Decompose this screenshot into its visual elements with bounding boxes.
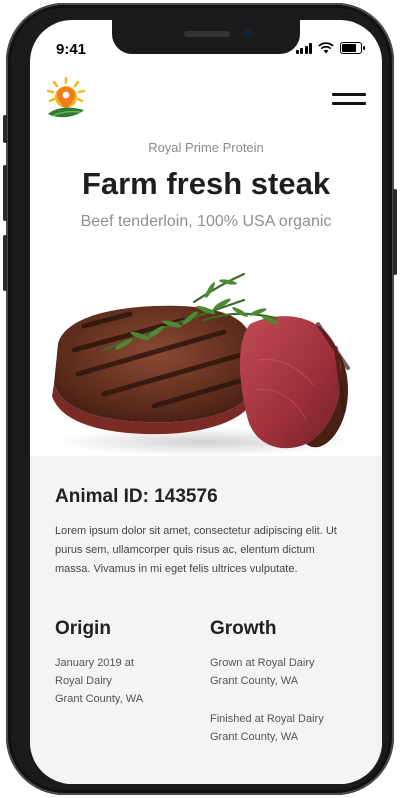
battery-level: [342, 44, 356, 52]
notch: [112, 20, 300, 54]
speaker: [184, 31, 230, 37]
animal-id-heading: Animal ID: 143576: [55, 486, 218, 507]
origin-line: Royal Dairy: [55, 675, 112, 687]
cellular-signal-icon: [295, 42, 312, 54]
page-title: Farm fresh steak: [81, 166, 331, 201]
growth-line: Grant County, WA: [210, 731, 299, 743]
sun-location-pin-logo-icon[interactable]: [46, 77, 86, 121]
phone-frame: 9:41 Royal Prime Protein Farm fresh stea…: [3, 3, 397, 795]
origin-line: January 2019 at: [55, 657, 134, 669]
details-section: Animal ID: 143576 Lorem ipsum dolor sit …: [30, 456, 382, 784]
battery-icon: [340, 42, 365, 54]
hamburger-menu-icon[interactable]: [332, 93, 366, 107]
growth-line: Grant County, WA: [210, 675, 299, 687]
grilled-steak-image: [52, 272, 354, 456]
volume-down-button: [3, 235, 7, 291]
page-subtitle: Beef tenderloin, 100% USA organic: [80, 213, 332, 230]
wifi-icon: [318, 42, 334, 54]
phone-screen: 9:41 Royal Prime Protein Farm fresh stea…: [30, 20, 382, 784]
brand-eyebrow: Royal Prime Protein: [148, 140, 264, 155]
growth-line: Grown at Royal Dairy: [210, 657, 315, 669]
origin-heading: Origin: [55, 618, 111, 639]
status-icons: [295, 42, 365, 54]
status-time: 9:41: [56, 41, 87, 58]
volume-up-button: [3, 165, 7, 221]
origin-line: Grant County, WA: [55, 693, 144, 705]
power-button: [393, 189, 397, 275]
description-text: Lorem ipsum dolor sit amet, consectetur …: [55, 525, 337, 575]
growth-line: Finished at Royal Dairy: [210, 713, 324, 725]
mute-switch: [3, 115, 7, 143]
front-camera: [243, 29, 253, 39]
growth-heading: Growth: [210, 618, 277, 639]
